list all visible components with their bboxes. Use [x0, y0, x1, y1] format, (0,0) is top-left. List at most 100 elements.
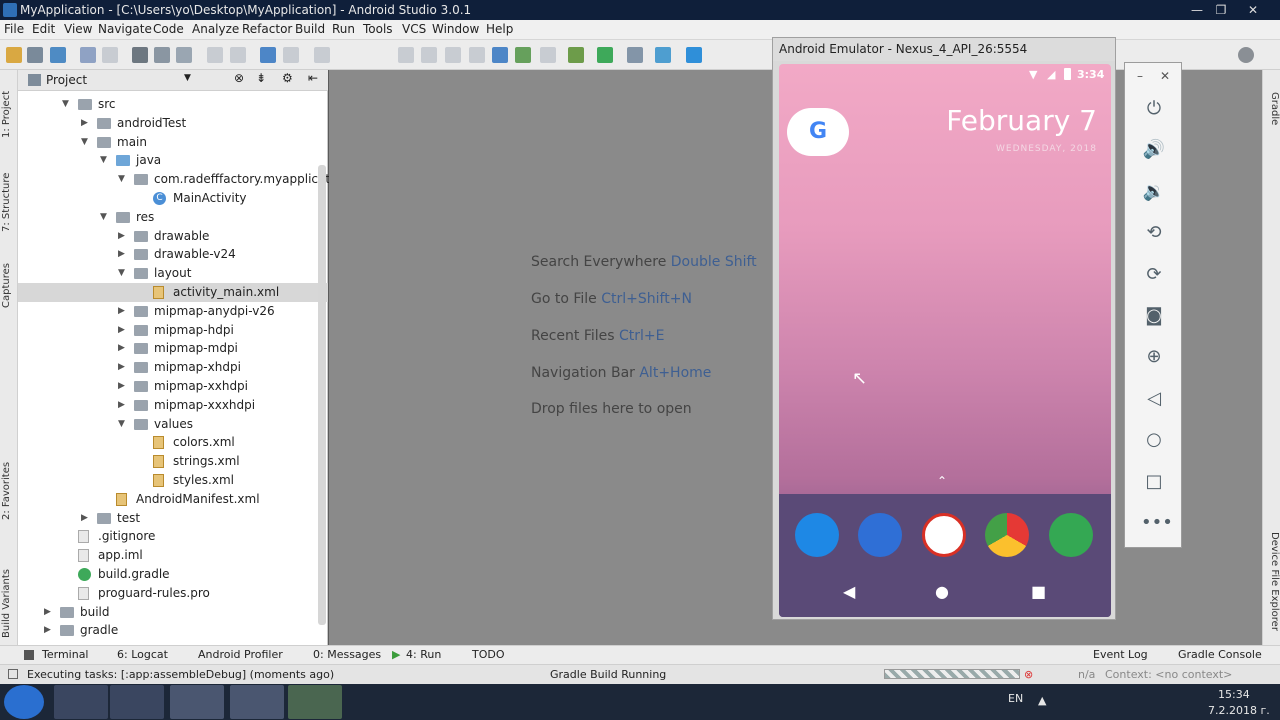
open-icon[interactable]	[6, 47, 22, 63]
chrome-taskbar-icon[interactable]	[170, 685, 224, 719]
rotate-right-icon[interactable]: ⟳	[1141, 262, 1167, 288]
maps-app-icon[interactable]	[1049, 513, 1093, 557]
tree-item[interactable]: ▼ com.radefffactory.myapplication	[18, 170, 348, 189]
collapsed-arrow-icon[interactable]: ▶	[44, 621, 54, 640]
tree-item[interactable]: ▶ mipmap-xxxhdpi	[18, 396, 328, 415]
emulator-taskbar-icon[interactable]	[288, 685, 342, 719]
app-drawer-chevron-icon[interactable]: ⌃	[937, 474, 947, 488]
tab-logcat[interactable]: 6: Logcat	[117, 648, 168, 661]
tree-item[interactable]: proguard-rules.pro	[18, 584, 328, 603]
replace-icon[interactable]	[230, 47, 246, 63]
apply-changes-icon[interactable]	[492, 47, 508, 63]
minimize-button[interactable]: —	[1184, 0, 1210, 20]
collapsed-arrow-icon[interactable]: ▶	[44, 603, 54, 622]
emulator-close-button[interactable]: ✕	[1160, 69, 1170, 83]
gradle-sync-icon[interactable]	[597, 47, 613, 63]
tab-gradle[interactable]: Gradle	[1264, 92, 1280, 142]
tree-item[interactable]: .gitignore	[18, 527, 328, 546]
tree-item[interactable]: ▶ build	[18, 603, 328, 622]
close-button[interactable]: ✕	[1240, 0, 1266, 20]
collapsed-arrow-icon[interactable]: ▶	[81, 509, 91, 528]
tree-item[interactable]: C MainActivity	[18, 189, 328, 208]
collapsed-arrow-icon[interactable]: ▶	[81, 114, 91, 133]
overview-button-icon[interactable]: □	[1141, 469, 1167, 495]
run-icon[interactable]	[398, 47, 414, 63]
collapsed-arrow-icon[interactable]: ▶	[118, 245, 128, 264]
taskbar-date[interactable]: 7.2.2018 г.	[1208, 704, 1270, 717]
collapse-all-icon[interactable]: ⇟	[256, 71, 266, 85]
expanded-arrow-icon[interactable]: ▼	[118, 264, 128, 283]
menu-run[interactable]: Run	[332, 22, 355, 36]
tab-favorites[interactable]: 2: Favorites	[1, 450, 17, 520]
debug-icon[interactable]	[421, 47, 437, 63]
tree-item[interactable]: ▶ androidTest	[18, 114, 328, 133]
collapsed-arrow-icon[interactable]: ▶	[118, 302, 128, 321]
collapsed-arrow-icon[interactable]: ▶	[118, 339, 128, 358]
gear-icon[interactable]: ⚙	[282, 71, 293, 85]
tab-device-file-explorer[interactable]: Device File Explorer	[1264, 532, 1280, 642]
tab-event-log[interactable]: Event Log	[1093, 648, 1148, 661]
tab-captures[interactable]: Captures	[1, 248, 17, 308]
android-studio-taskbar-icon[interactable]	[230, 685, 284, 719]
volume-up-icon[interactable]: 🔊	[1141, 137, 1167, 163]
menu-window[interactable]: Window	[432, 22, 479, 36]
cancel-build-icon[interactable]: ⊗	[1024, 668, 1033, 681]
toggle-tool-windows-icon[interactable]	[8, 669, 18, 679]
maximize-button[interactable]: ❐	[1208, 0, 1234, 20]
sdk-manager-icon[interactable]	[655, 47, 671, 63]
tree-item[interactable]: strings.xml	[18, 452, 328, 471]
scroll-from-source-icon[interactable]: ⊗	[234, 71, 244, 85]
cut-icon[interactable]	[132, 47, 148, 63]
tree-item[interactable]: ▶ mipmap-anydpi-v26	[18, 302, 328, 321]
tree-item[interactable]: ▼ layout	[18, 264, 328, 283]
status-task[interactable]: Executing tasks: [:app:assembleDebug] (m…	[27, 668, 334, 681]
make-project-icon[interactable]	[314, 47, 330, 63]
device-screen[interactable]: ▼ ◢ 3:34 G February 7 WEDNESDAY, 2018 ⌃ …	[779, 64, 1111, 617]
tree-item[interactable]: styles.xml	[18, 471, 328, 490]
menu-build[interactable]: Build	[295, 22, 325, 36]
tab-gradle-console[interactable]: Gradle Console	[1178, 648, 1262, 661]
tree-item[interactable]: app.iml	[18, 546, 328, 565]
sync-icon[interactable]	[50, 47, 66, 63]
tree-item[interactable]: activity_main.xml	[18, 283, 328, 302]
emulator-minimize-button[interactable]: –	[1137, 69, 1143, 83]
save-icon[interactable]	[27, 47, 43, 63]
explorer-taskbar-icon[interactable]	[54, 685, 108, 719]
tree-item[interactable]: colors.xml	[18, 433, 328, 452]
tab-run[interactable]: 4: Run	[406, 648, 441, 661]
copy-icon[interactable]	[154, 47, 170, 63]
tree-item[interactable]: ▶ test	[18, 509, 328, 528]
tab-build-variants[interactable]: Build Variants	[1, 548, 17, 638]
menu-tools[interactable]: Tools	[363, 22, 393, 36]
forward-icon[interactable]	[283, 47, 299, 63]
device-icon[interactable]	[515, 47, 531, 63]
expanded-arrow-icon[interactable]: ▼	[81, 133, 91, 152]
tree-item[interactable]: ▶ gradle	[18, 621, 328, 640]
expanded-arrow-icon[interactable]: ▼	[118, 415, 128, 434]
attach-debugger-icon[interactable]	[469, 47, 485, 63]
tree-item[interactable]: ▼ src	[18, 95, 328, 114]
tree-item[interactable]: ▶ mipmap-hdpi	[18, 321, 328, 340]
tree-item[interactable]: ▶ drawable-v24	[18, 245, 328, 264]
tree-item[interactable]: ▶ mipmap-xxhdpi	[18, 377, 328, 396]
expanded-arrow-icon[interactable]: ▼	[100, 208, 110, 227]
menu-vcs[interactable]: VCS	[402, 22, 426, 36]
paste-icon[interactable]	[176, 47, 192, 63]
tree-item[interactable]: ▼ values	[18, 415, 328, 434]
tab-messages[interactable]: 0: Messages	[313, 648, 381, 661]
tree-item[interactable]: ▶ mipmap-mdpi	[18, 339, 328, 358]
tree-item[interactable]: ▶ drawable	[18, 227, 328, 246]
volume-down-icon[interactable]: 🔉	[1141, 179, 1167, 205]
tree-item[interactable]: ▼ java	[18, 151, 328, 170]
chrome-app-icon[interactable]	[985, 513, 1029, 557]
profile-icon[interactable]	[445, 47, 461, 63]
google-search-widget[interactable]: G	[787, 108, 849, 156]
taskbar-clock[interactable]: 15:34	[1218, 688, 1250, 701]
status-gradle[interactable]: Gradle Build Running	[550, 668, 666, 681]
menu-code[interactable]: Code	[153, 22, 184, 36]
tree-item[interactable]: ▶ mipmap-xhdpi	[18, 358, 328, 377]
find-icon[interactable]	[207, 47, 223, 63]
menu-edit[interactable]: Edit	[32, 22, 55, 36]
tab-todo[interactable]: TODO	[472, 648, 505, 661]
menu-analyze[interactable]: Analyze	[192, 22, 239, 36]
